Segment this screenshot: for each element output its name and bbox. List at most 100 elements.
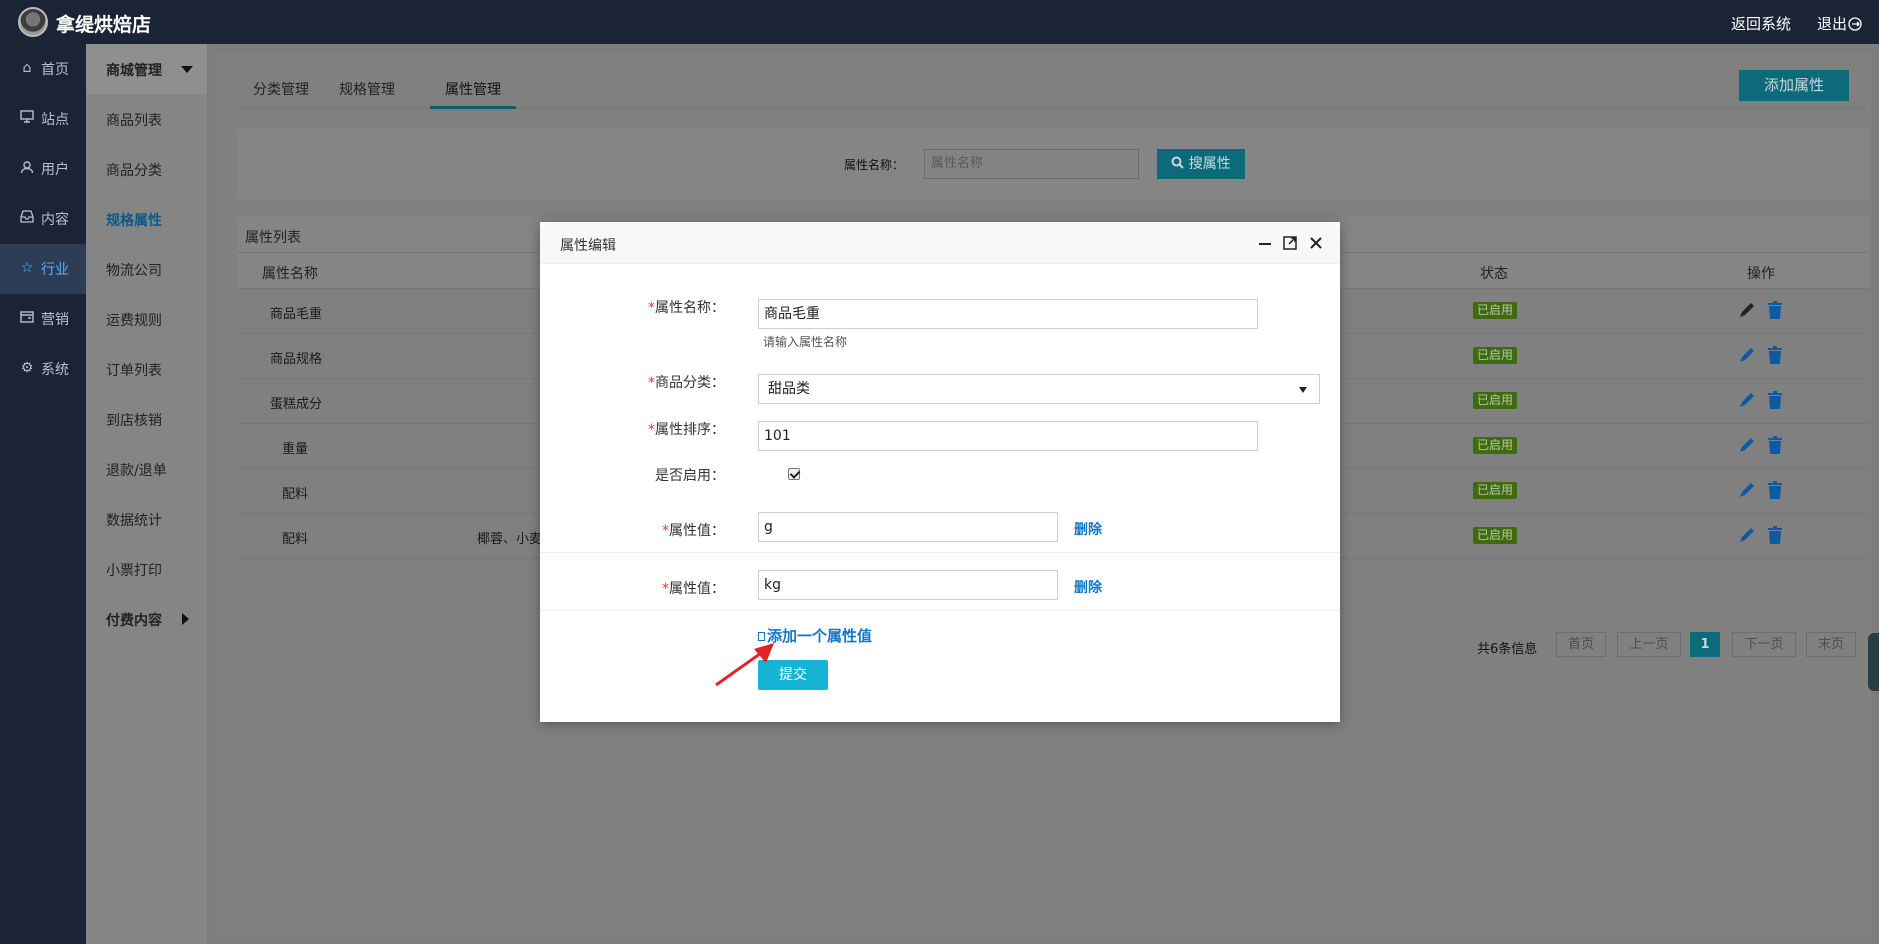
nav-item-label: 订单列表 [106,363,162,379]
page-next[interactable]: 下一页 [1732,632,1796,657]
sort-label-text: 属性排序： [655,422,725,438]
nav-group-mall[interactable]: 商城管理 [86,44,207,94]
nav-home[interactable]: ⌂ 首页 [0,44,86,94]
delete-value-link[interactable]: 删除 [1074,577,1102,597]
search-icon [1171,156,1184,169]
category-select[interactable]: 甜品类 [758,374,1320,404]
nav-industry-label: 行业 [41,262,69,278]
active-tab-indicator [430,106,516,109]
edit-icon[interactable] [1737,525,1757,545]
home-icon: ⌂ [22,60,32,76]
row-name: 重量 [282,442,309,457]
required-marker: * [648,375,655,391]
page-last[interactable]: 末页 [1806,632,1856,657]
attribute-value-label: *属性值： [540,520,725,540]
nav-item-label: 小票打印 [106,563,162,579]
inbox-icon [19,210,35,226]
delete-value-link[interactable]: 删除 [1074,519,1102,539]
nav-user[interactable]: 用户 [0,144,86,194]
monitor-icon [19,110,35,126]
attribute-value-input[interactable]: g [758,512,1058,542]
side-panel-handle[interactable] [1868,633,1879,691]
nav-item-receipt-print[interactable]: 小票打印 [86,544,207,594]
nav-item-label: 运费规则 [106,313,162,329]
col-ops: 操作 [1747,266,1775,282]
logout-link[interactable]: 退出 [1817,13,1862,34]
nav-item-label: 物流公司 [106,263,162,279]
attribute-value-input[interactable]: kg [758,570,1058,600]
nav-item-orders[interactable]: 订单列表 [86,344,207,394]
add-attribute-button[interactable]: 添加属性 [1739,70,1849,101]
col-status: 状态 [1480,266,1508,282]
trash-icon[interactable] [1767,480,1783,500]
trash-icon[interactable] [1767,435,1783,455]
trash-icon[interactable] [1767,345,1783,365]
nav-item-product-list[interactable]: 商品列表 [86,94,207,144]
attribute-name-input[interactable]: 商品毛重 [758,299,1258,329]
edit-icon[interactable] [1737,390,1757,410]
nav-item-statistics[interactable]: 数据统计 [86,494,207,544]
sort-label: *属性排序： [540,419,725,439]
back-to-system-link[interactable]: 返回系统 [1731,13,1791,34]
row-name: 配料 [282,532,309,547]
nav-item-shipping-rules[interactable]: 运费规则 [86,294,207,344]
page-current[interactable]: 1 [1690,632,1720,657]
nav-industry[interactable]: ☆ 行业 [0,244,86,294]
nav-group-paid[interactable]: 付费内容 [86,594,207,644]
maximize-icon[interactable] [1281,234,1299,252]
nav-user-label: 用户 [41,162,69,178]
nav-item-refunds[interactable]: 退款/退单 [86,444,207,494]
nav-item-spec-attributes[interactable]: 规格属性 [86,194,207,244]
divider [540,610,1340,611]
trash-icon[interactable] [1767,300,1783,320]
trash-icon[interactable] [1767,525,1783,545]
search-label: 属性名称： [844,158,905,172]
nav-item-logistics[interactable]: 物流公司 [86,244,207,294]
caret-down-icon [181,66,193,73]
annotation-arrow-icon [715,643,774,687]
tab-spec[interactable]: 规格管理 [339,79,395,99]
nav-system[interactable]: ⚙ 系统 [0,344,86,394]
nav-marketing[interactable]: 营销 [0,294,86,344]
gear-icon: ⚙ [20,360,34,376]
status-badge: 已启用 [1473,527,1518,544]
nav-site[interactable]: 站点 [0,94,86,144]
page-prev[interactable]: 上一页 [1617,632,1681,657]
attribute-name-hint: 请输入属性名称 [763,335,848,349]
status-badge: 已启用 [1473,392,1518,409]
edit-icon[interactable] [1737,435,1757,455]
edit-icon[interactable] [1737,300,1757,320]
attribute-name-label-text: 属性名称： [655,300,725,316]
search-button[interactable]: 搜属性 [1157,149,1245,179]
search-bar: 属性名称： 属性名称 搜属性 [237,129,1869,199]
nav-item-label: 商品列表 [106,113,162,129]
nav-item-product-category[interactable]: 商品分类 [86,144,207,194]
tab-bar: 分类管理 规格管理 属性管理 [237,51,1867,109]
edit-icon[interactable] [1737,345,1757,365]
logout-label: 退出 [1816,15,1847,33]
row-name: 商品规格 [270,352,323,367]
search-input[interactable]: 属性名称 [924,149,1139,179]
nav-item-label: 商品分类 [106,163,162,179]
wallet-icon [19,310,35,326]
row-name: 商品毛重 [270,307,323,322]
close-icon[interactable] [1307,234,1325,252]
minimize-icon[interactable] [1256,234,1274,252]
sort-input[interactable]: 101 [758,421,1258,451]
edit-icon[interactable] [1737,480,1757,500]
search-button-label: 搜属性 [1188,156,1231,172]
enabled-checkbox[interactable] [788,468,800,480]
top-bar: 拿缇烘焙店 返回系统 退出 [0,0,1879,44]
tab-category[interactable]: 分类管理 [253,79,309,99]
required-marker: * [662,581,669,597]
page-first[interactable]: 首页 [1556,632,1606,657]
required-marker: * [662,523,669,539]
nav-item-store-verify[interactable]: 到店核销 [86,394,207,444]
trash-icon[interactable] [1767,390,1783,410]
nav-content[interactable]: 内容 [0,194,86,244]
list-title: 属性列表 [245,230,301,246]
tab-attributes[interactable]: 属性管理 [445,79,501,99]
dialog-body: *属性名称： 商品毛重 请输入属性名称 *商品分类： 甜品类 *属性排序： 10… [540,264,1340,722]
attribute-name-label: *属性名称： [540,297,725,317]
attribute-value-label-text: 属性值： [669,581,725,597]
